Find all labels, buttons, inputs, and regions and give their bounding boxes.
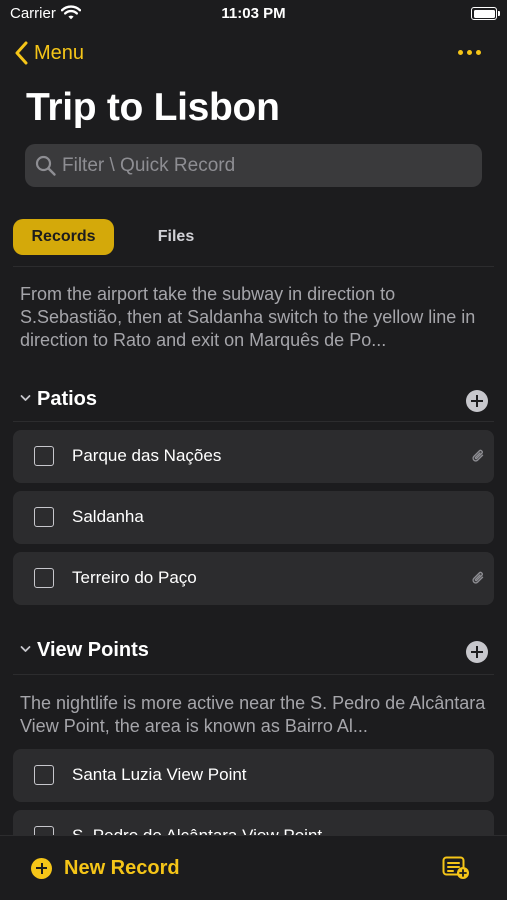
record-label: Parque das Nações (72, 446, 222, 465)
section-header-patios[interactable]: Patios (20, 386, 488, 416)
new-record-button[interactable]: New Record (31, 855, 180, 881)
back-button-label: Menu (34, 41, 85, 64)
tab-records[interactable]: Records (13, 219, 114, 255)
record-row[interactable]: Terreiro do Paço (13, 552, 494, 605)
record-row[interactable]: Parque das Nações (13, 430, 494, 483)
record-row[interactable]: Santa Luzia View Point (13, 749, 494, 802)
checkbox[interactable] (34, 568, 54, 588)
record-label: Saldanha (72, 507, 144, 526)
section-title: Patios (37, 388, 98, 410)
add-record-icon[interactable] (466, 390, 488, 412)
record-row[interactable]: Saldanha (13, 491, 494, 544)
chevron-left-icon (15, 41, 28, 65)
divider (13, 421, 494, 422)
note-add-icon[interactable] (442, 856, 470, 880)
search-input[interactable] (62, 144, 462, 187)
paperclip-icon (472, 449, 484, 462)
search-icon (35, 155, 56, 176)
record-label: Santa Luzia View Point (72, 765, 247, 784)
intro-note[interactable]: From the airport take the subway in dire… (20, 283, 490, 352)
plus-circle-icon (31, 857, 52, 879)
section-title: View Points (37, 639, 149, 661)
search-bar[interactable] (25, 144, 482, 187)
record-label: Terreiro do Paço (72, 568, 197, 587)
status-time: 11:03 PM (221, 5, 286, 22)
tab-files[interactable]: Files (135, 219, 217, 255)
section-header-view-points[interactable]: View Points (20, 637, 488, 667)
section-note[interactable]: The nightlife is more active near the S.… (20, 692, 490, 738)
divider (13, 266, 494, 267)
back-button[interactable]: Menu (14, 38, 84, 68)
chevron-down-icon (20, 646, 31, 652)
bottom-toolbar: New Record (0, 835, 507, 900)
paperclip-icon (472, 571, 484, 584)
toolbar-divider (0, 835, 507, 836)
battery-icon (471, 7, 500, 20)
divider (13, 674, 494, 675)
add-record-icon[interactable] (466, 641, 488, 663)
chevron-down-icon (20, 395, 31, 401)
checkbox[interactable] (34, 507, 54, 527)
page-title: Trip to Lisbon (26, 86, 280, 129)
more-options-icon[interactable] (458, 50, 481, 55)
status-bar: Carrier 11:03 PM (0, 0, 507, 28)
checkbox[interactable] (34, 446, 54, 466)
new-record-label: New Record (64, 856, 180, 879)
checkbox[interactable] (34, 765, 54, 785)
